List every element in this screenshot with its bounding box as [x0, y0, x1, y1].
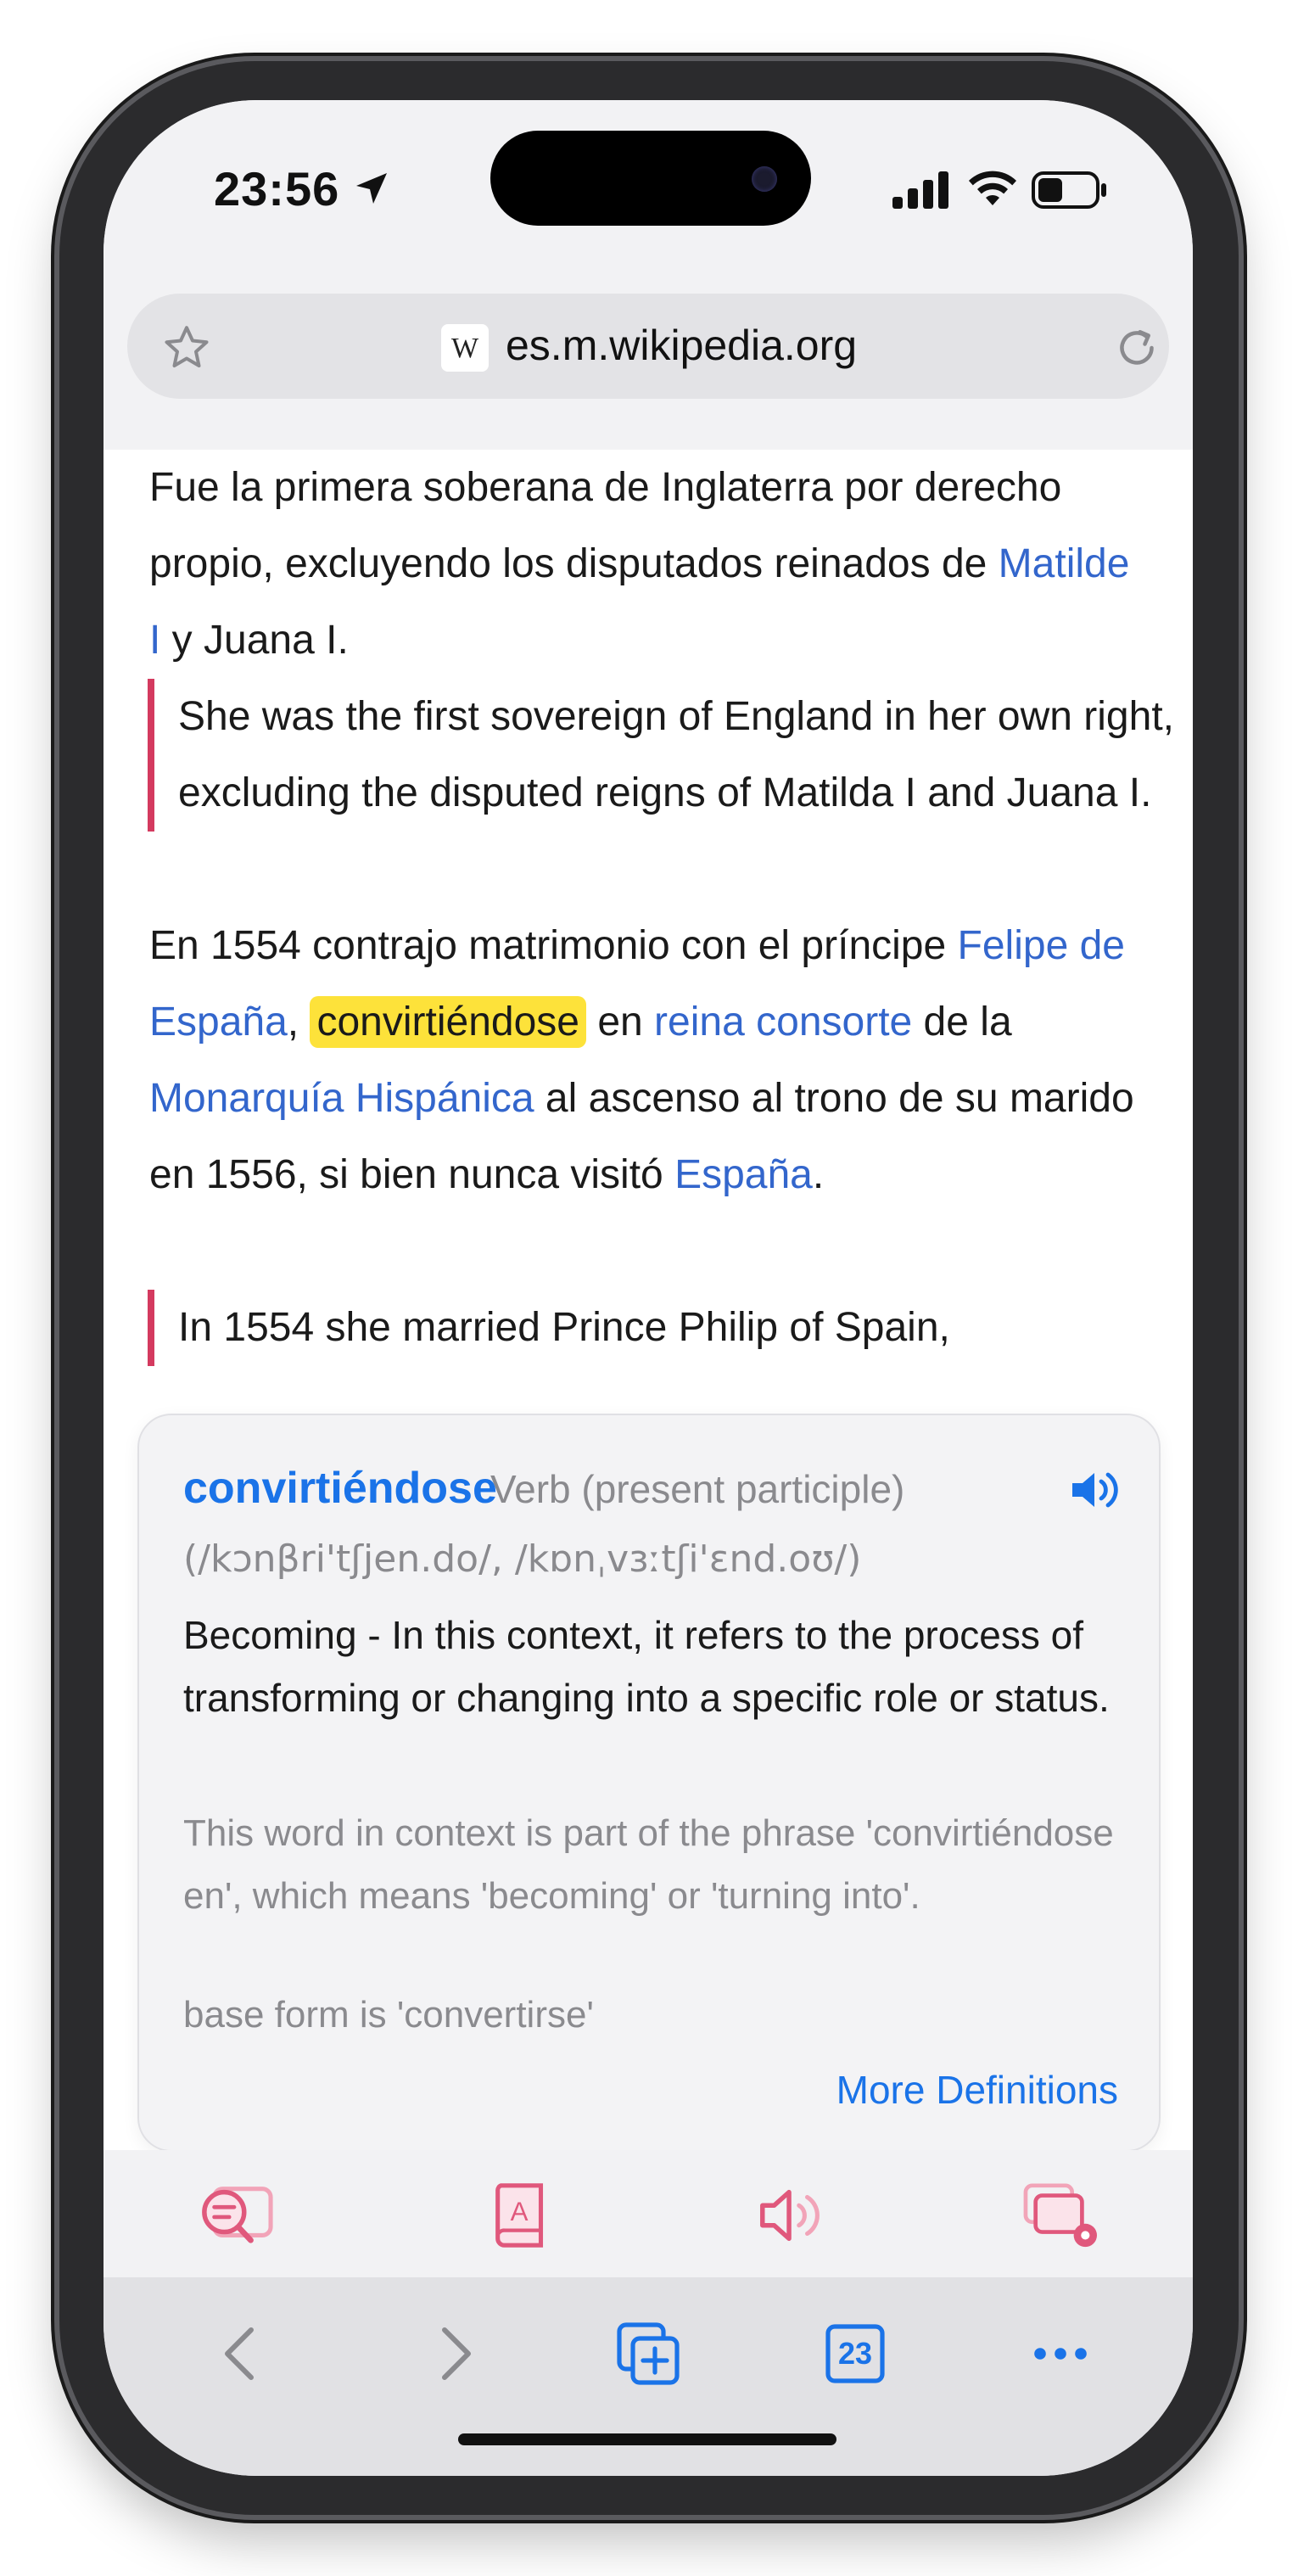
link-espana[interactable]: España: [674, 1152, 813, 1197]
front-camera: [752, 166, 777, 192]
location-arrow-icon: [356, 173, 387, 204]
forward-chevron-icon[interactable]: [419, 2320, 487, 2388]
link-reina-consorte[interactable]: reina consorte: [654, 1000, 912, 1044]
link-monarquia[interactable]: Monarquía Hispánica: [149, 1076, 534, 1121]
dictionary-book-icon[interactable]: A: [480, 2179, 565, 2252]
reload-icon[interactable]: [1111, 322, 1162, 373]
pronunciation-ipa: (/kɔnβri'tʃjen.do/, /kɒnˌvɜːtʃi'ɛnd.oʊ/): [183, 1537, 862, 1581]
status-time: 23:56: [214, 162, 340, 216]
translation-block-2: In 1554 she married Prince Philip of Spa…: [148, 1290, 1188, 1366]
back-chevron-icon[interactable]: [209, 2320, 277, 2388]
definition-context: This word in context is part of the phra…: [183, 1812, 1114, 1917]
part-of-speech: Verb (present participle): [490, 1467, 905, 1511]
address-bar[interactable]: W es.m.wikipedia.org: [127, 294, 1169, 399]
article-paragraph-1: Fue la primera soberana de Inglaterra po…: [149, 465, 1130, 663]
battery-icon: [1032, 171, 1106, 209]
highlighted-word[interactable]: convirtiéndose: [310, 996, 586, 1048]
speaker-icon[interactable]: [748, 2179, 833, 2252]
windows-settings-icon[interactable]: [1018, 2179, 1103, 2252]
site-favicon: W: [441, 324, 489, 372]
definition-popup: convirtiéndose Verb (present participle)…: [137, 1414, 1161, 2152]
status-bar: 23:56: [104, 100, 1193, 270]
more-definitions-link[interactable]: More Definitions: [836, 2067, 1118, 2113]
reader-tools-bar: A: [104, 2150, 1193, 2277]
cellular-signal-icon: [892, 171, 948, 209]
tab-count: 23: [837, 2336, 873, 2371]
phone-screen: 23:56 W es.m.wikipedia.org Fue la primer…: [104, 100, 1193, 2476]
new-tab-icon[interactable]: [614, 2320, 682, 2388]
more-icon[interactable]: [1027, 2320, 1094, 2388]
article-paragraph-2: En 1554 contrajo matrimonio con el prínc…: [149, 923, 1134, 1197]
url-domain[interactable]: es.m.wikipedia.org: [506, 321, 857, 370]
svg-text:A: A: [511, 2197, 529, 2226]
definition-word: convirtiéndose: [183, 1464, 497, 1513]
bookmark-star-icon[interactable]: [161, 322, 212, 373]
pronounce-speaker-icon[interactable]: [1069, 1466, 1123, 1514]
browser-toolbar: 23: [104, 2277, 1193, 2476]
definition-base-form: base form is 'convertirse': [183, 1994, 594, 2036]
wifi-icon: [969, 171, 1016, 205]
translation-block-1: She was the first sovereign of England i…: [148, 679, 1188, 832]
home-indicator[interactable]: [458, 2433, 836, 2445]
definition-meaning: Becoming - In this context, it refers to…: [183, 1613, 1110, 1720]
search-text-icon[interactable]: [193, 2179, 278, 2252]
tabs-button[interactable]: 23: [821, 2320, 889, 2388]
